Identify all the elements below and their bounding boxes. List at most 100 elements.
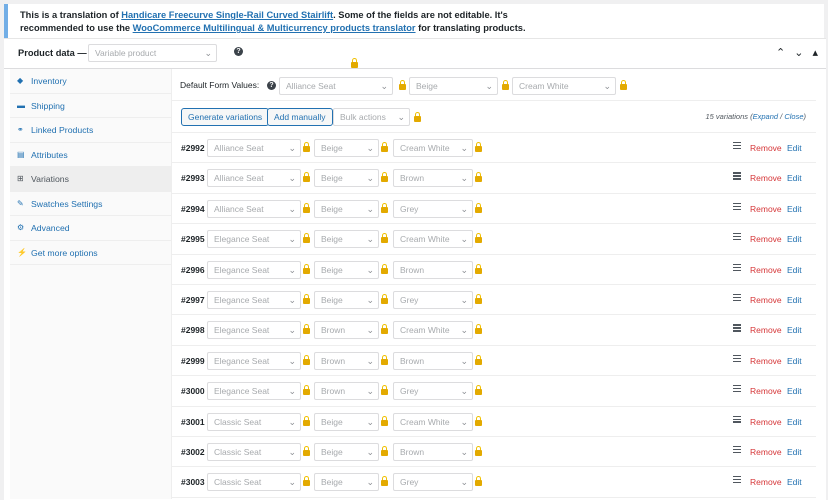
edit-link[interactable]: Edit xyxy=(787,386,802,396)
drag-handle-icon[interactable] xyxy=(733,354,741,364)
remove-link[interactable]: Remove xyxy=(750,295,782,305)
rail-select[interactable]: Brown ⌄ xyxy=(393,351,473,370)
seat-select[interactable]: Elegance Seat ⌄ xyxy=(207,351,301,370)
seat-select[interactable]: Elegance Seat ⌄ xyxy=(207,321,301,340)
rail-select[interactable]: Brown ⌄ xyxy=(393,442,473,461)
rail-select[interactable]: Grey ⌄ xyxy=(393,199,473,218)
color-select[interactable]: Beige ⌄ xyxy=(314,139,379,157)
drag-handle-icon[interactable] xyxy=(733,476,741,485)
variation-row[interactable]: #3003 Classic Seat ⌄ Beige ⌄ Grey ⌄ Remove Edit xyxy=(172,467,816,498)
variation-row[interactable]: #2995 Elegance Seat ⌄ Beige ⌄ Cream White ⌄ Rem… xyxy=(172,224,816,255)
translator-link[interactable]: WooCommerce Multilingual & Multicurrency… xyxy=(133,23,416,33)
color-select[interactable]: Beige ⌄ xyxy=(314,260,379,279)
seat-select[interactable]: Alliance Seat ⌄ xyxy=(207,199,301,218)
sidebar-tab-attributes[interactable]: ▤ Attributes xyxy=(10,143,171,167)
default-color-select[interactable]: Beige ⌄ xyxy=(409,77,498,95)
drag-handle-icon[interactable] xyxy=(733,233,741,242)
collapse-toggle-icon[interactable]: ▴ xyxy=(812,46,818,59)
rail-select[interactable]: Grey ⌄ xyxy=(393,382,473,401)
variation-row[interactable]: #2997 Elegance Seat ⌄ Beige ⌄ Grey ⌄ Remove Edit xyxy=(172,285,816,316)
remove-link[interactable]: Remove xyxy=(750,325,782,335)
default-rail-select[interactable]: Cream White ⌄ xyxy=(512,77,616,95)
color-select[interactable]: Beige ⌄ xyxy=(314,230,379,249)
edit-link[interactable]: Edit xyxy=(787,204,802,214)
move-down-icon[interactable]: ⌄ xyxy=(794,46,803,59)
sidebar-tab-variations[interactable]: ⊞ Variations xyxy=(10,167,171,192)
seat-select[interactable]: Elegance Seat ⌄ xyxy=(207,230,301,249)
seat-select[interactable]: Classic Seat ⌄ xyxy=(207,473,301,492)
edit-link[interactable]: Edit xyxy=(787,143,802,153)
generate-variations-button[interactable]: Generate variations xyxy=(181,108,270,126)
sidebar-tab-linked-products[interactable]: ⚭ Linked Products xyxy=(10,118,171,143)
remove-link[interactable]: Remove xyxy=(750,477,782,487)
sidebar-tab-swatches-settings[interactable]: ✎ Swatches Settings xyxy=(10,192,171,216)
color-select[interactable]: Brown ⌄ xyxy=(314,321,379,340)
color-select[interactable]: Beige ⌄ xyxy=(314,290,379,309)
edit-link[interactable]: Edit xyxy=(787,417,802,427)
variation-row[interactable]: #2994 Alliance Seat ⌄ Beige ⌄ Grey ⌄ Remove Edit xyxy=(172,194,816,225)
sidebar-tab-inventory[interactable]: ◆ Inventory xyxy=(10,69,171,94)
sidebar-tab-advanced[interactable]: ⚙ Advanced xyxy=(10,216,171,241)
help-icon[interactable]: ? xyxy=(234,47,243,56)
seat-select[interactable]: Alliance Seat ⌄ xyxy=(207,139,301,157)
sidebar-tab-shipping[interactable]: ▬ Shipping xyxy=(10,94,171,118)
remove-link[interactable]: Remove xyxy=(750,204,782,214)
drag-handle-icon[interactable] xyxy=(733,415,741,425)
variation-row[interactable]: #2993 Alliance Seat ⌄ Beige ⌄ Brown ⌄ Remove Edi… xyxy=(172,163,816,194)
variation-row[interactable]: #3001 Classic Seat ⌄ Beige ⌄ Cream White ⌄ Remo… xyxy=(172,407,816,437)
drag-handle-icon[interactable] xyxy=(733,385,741,394)
rail-select[interactable]: Cream White ⌄ xyxy=(393,321,473,340)
rail-select[interactable]: Brown ⌄ xyxy=(393,169,473,188)
rail-select[interactable]: Grey ⌄ xyxy=(393,473,473,492)
help-icon[interactable]: ? xyxy=(267,81,276,90)
rail-select[interactable]: Cream White ⌄ xyxy=(393,230,473,249)
rail-select[interactable]: Cream White ⌄ xyxy=(393,139,473,157)
edit-link[interactable]: Edit xyxy=(787,477,802,487)
add-manually-button[interactable]: Add manually xyxy=(267,108,333,126)
close-link[interactable]: Close xyxy=(784,112,803,121)
color-select[interactable]: Brown ⌄ xyxy=(314,351,379,370)
original-product-link[interactable]: Handicare Freecurve Single-Rail Curved S… xyxy=(121,10,333,20)
variation-row[interactable]: #2992 Alliance Seat ⌄ Beige ⌄ Cream White ⌄ Rem… xyxy=(172,133,816,164)
color-select[interactable]: Brown ⌄ xyxy=(314,382,379,401)
edit-link[interactable]: Edit xyxy=(787,356,802,366)
seat-select[interactable]: Alliance Seat ⌄ xyxy=(207,169,301,188)
variation-row[interactable]: #3000 Elegance Seat ⌄ Brown ⌄ Grey ⌄ Remove Edit xyxy=(172,376,816,407)
seat-select[interactable]: Elegance Seat ⌄ xyxy=(207,260,301,279)
seat-select[interactable]: Elegance Seat ⌄ xyxy=(207,382,301,401)
drag-handle-icon[interactable] xyxy=(733,293,741,303)
remove-link[interactable]: Remove xyxy=(750,234,782,244)
drag-handle-icon[interactable] xyxy=(733,263,741,273)
seat-select[interactable]: Classic Seat ⌄ xyxy=(207,442,301,461)
remove-link[interactable]: Remove xyxy=(750,356,782,366)
rail-select[interactable]: Grey ⌄ xyxy=(393,290,473,309)
edit-link[interactable]: Edit xyxy=(787,295,802,305)
product-type-select[interactable]: Variable product ⌄ xyxy=(88,44,217,62)
sidebar-tab-get-more-options[interactable]: ⚡ Get more options xyxy=(10,241,171,265)
remove-link[interactable]: Remove xyxy=(750,265,782,275)
variation-row[interactable]: #3002 Classic Seat ⌄ Beige ⌄ Brown ⌄ Remove Edit xyxy=(172,437,816,468)
color-select[interactable]: Beige ⌄ xyxy=(314,169,379,188)
drag-handle-icon[interactable] xyxy=(733,324,741,333)
bulk-actions-select[interactable]: Bulk actions ⌄ xyxy=(333,108,410,126)
edit-link[interactable]: Edit xyxy=(787,234,802,244)
remove-link[interactable]: Remove xyxy=(750,143,782,153)
edit-link[interactable]: Edit xyxy=(787,173,802,183)
color-select[interactable]: Beige ⌄ xyxy=(314,473,379,492)
remove-link[interactable]: Remove xyxy=(750,417,782,427)
rail-select[interactable]: Brown ⌄ xyxy=(393,260,473,279)
variation-row[interactable]: #2998 Elegance Seat ⌄ Brown ⌄ Cream White ⌄ Rem… xyxy=(172,315,816,346)
remove-link[interactable]: Remove xyxy=(750,447,782,457)
edit-link[interactable]: Edit xyxy=(787,265,802,275)
move-up-icon[interactable]: ⌃ xyxy=(776,46,785,59)
color-select[interactable]: Beige ⌄ xyxy=(314,442,379,461)
expand-link[interactable]: Expand xyxy=(753,112,778,121)
default-seat-select[interactable]: Alliance Seat ⌄ xyxy=(279,77,393,95)
remove-link[interactable]: Remove xyxy=(750,386,782,396)
remove-link[interactable]: Remove xyxy=(750,173,782,183)
seat-select[interactable]: Elegance Seat ⌄ xyxy=(207,290,301,309)
drag-handle-icon[interactable] xyxy=(733,445,741,455)
edit-link[interactable]: Edit xyxy=(787,447,802,457)
variation-row[interactable]: #2999 Elegance Seat ⌄ Brown ⌄ Brown ⌄ Remove Edi… xyxy=(172,346,816,377)
color-select[interactable]: Beige ⌄ xyxy=(314,199,379,218)
